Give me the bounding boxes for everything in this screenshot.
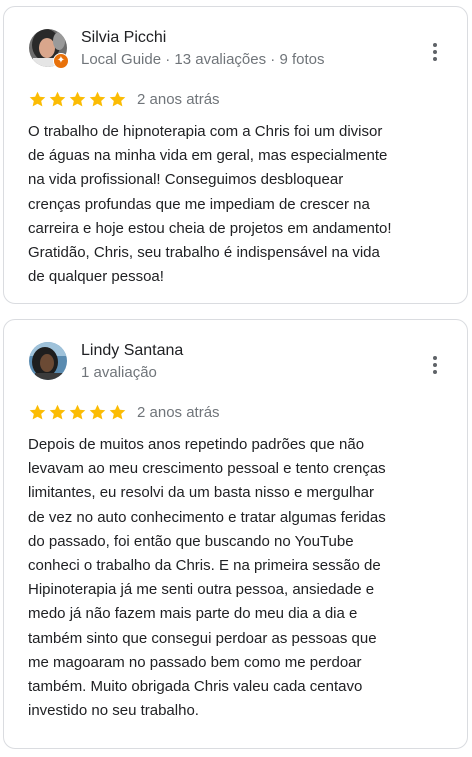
star-rating (28, 403, 128, 422)
avatar[interactable] (29, 342, 67, 380)
avatar[interactable]: ✦ (29, 29, 69, 69)
review-date: 2 anos atrás (137, 403, 220, 421)
star-icon (69, 404, 86, 419)
more-vert-icon[interactable] (433, 356, 437, 374)
reviewer-name[interactable]: Silvia Picchi (81, 29, 166, 47)
star-rating (28, 90, 128, 109)
reviewer-meta: Local Guide · 13 avaliações · 9 fotos (81, 51, 325, 68)
reviewer-name[interactable]: Lindy Santana (81, 342, 183, 360)
star-icon (29, 91, 46, 106)
star-icon (109, 91, 126, 106)
star-icon (89, 91, 106, 106)
review-card: ✦ Silvia Picchi Local Guide · 13 avaliaç… (3, 6, 468, 304)
rating-row: 2 anos atrás (28, 89, 220, 109)
star-icon (49, 404, 66, 419)
star-icon (29, 404, 46, 419)
review-date: 2 anos atrás (137, 90, 220, 108)
reviewer-meta: 1 avaliação (81, 364, 157, 381)
review-text: O trabalho de hipnoterapia com a Chris f… (28, 123, 392, 286)
more-vert-icon[interactable] (433, 43, 437, 61)
star-icon (49, 91, 66, 106)
rating-row: 2 anos atrás (28, 402, 220, 422)
review-text: Depois de muitos anos repetindo padrões … (28, 436, 386, 720)
avatar-image (29, 342, 67, 380)
star-icon (109, 404, 126, 419)
local-guide-badge-icon: ✦ (53, 53, 69, 69)
review-card: Lindy Santana 1 avaliação 2 anos atrás D… (3, 319, 468, 749)
star-icon (69, 91, 86, 106)
star-icon (89, 404, 106, 419)
